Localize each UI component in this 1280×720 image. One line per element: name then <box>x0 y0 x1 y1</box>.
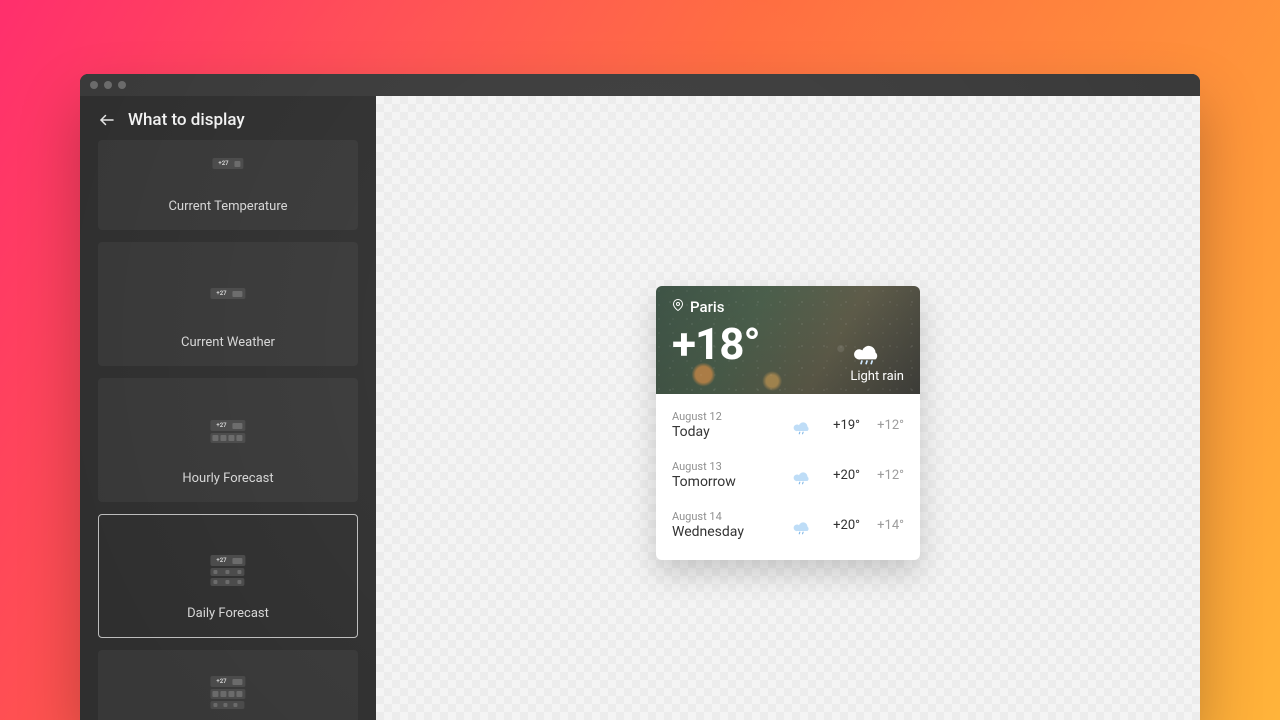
widget-hero: Paris +18° Light rain <box>656 286 920 394</box>
sidebar: What to display +27 Current Temperature <box>80 96 376 720</box>
forecast-high: +19° <box>816 418 860 433</box>
option-daily-forecast[interactable]: +27 Daily Forecast <box>98 514 358 638</box>
rain-cloud-icon <box>788 415 816 435</box>
thumb-current-temperature: +27 <box>212 158 243 169</box>
forecast-date: August 12 <box>672 410 788 423</box>
forecast-low: +12° <box>860 468 904 483</box>
forecast-high: +20° <box>816 518 860 533</box>
desktop-background: What to display +27 Current Temperature <box>0 0 1280 720</box>
traffic-light-zoom[interactable] <box>118 81 126 89</box>
forecast-low: +12° <box>860 418 904 433</box>
option-label: Daily Forecast <box>187 606 269 621</box>
widget-day-list: August 12 Today +19° +12° August 13 <box>656 394 920 560</box>
cloud-rain-icon <box>850 335 904 365</box>
rain-cloud-icon <box>788 465 816 485</box>
sidebar-header: What to display <box>80 96 376 140</box>
forecast-day-name: Tomorrow <box>672 474 788 490</box>
forecast-low: +14° <box>860 518 904 533</box>
traffic-light-close[interactable] <box>90 81 98 89</box>
option-hourly-forecast[interactable]: +27 Hourly Forecast <box>98 378 358 502</box>
app-window: What to display +27 Current Temperature <box>80 74 1200 720</box>
condition-label: Light rain <box>850 369 904 384</box>
thumb-daily-forecast: +27 <box>210 555 245 586</box>
app-body: What to display +27 Current Temperature <box>80 96 1200 720</box>
forecast-high: +20° <box>816 468 860 483</box>
option-current-temperature[interactable]: +27 Current Temperature <box>98 140 358 230</box>
window-titlebar <box>80 74 1200 96</box>
forecast-row: August 13 Tomorrow +20° +12° <box>672 450 904 500</box>
option-label: Hourly Forecast <box>182 471 273 486</box>
option-label: Current Weather <box>181 335 275 350</box>
location-pin-icon <box>672 298 684 316</box>
forecast-day-name: Today <box>672 424 788 440</box>
sidebar-options: +27 Current Temperature +27 Current Weat… <box>80 140 376 720</box>
rain-cloud-icon <box>788 515 816 535</box>
forecast-date: August 14 <box>672 510 788 523</box>
option-current-weather[interactable]: +27 Current Weather <box>98 242 358 366</box>
option-extended[interactable]: +27 <box>98 650 358 720</box>
forecast-date: August 13 <box>672 460 788 473</box>
thumb-hourly-forecast: +27 <box>210 420 245 443</box>
sidebar-title: What to display <box>128 110 245 130</box>
traffic-light-minimize[interactable] <box>104 81 112 89</box>
forecast-day-name: Wednesday <box>672 524 788 540</box>
forecast-row: August 14 Wednesday +20° +14° <box>672 500 904 550</box>
preview-canvas[interactable]: Paris +18° Light rain <box>376 96 1200 720</box>
widget-condition: Light rain <box>850 335 904 384</box>
forecast-row: August 12 Today +19° +12° <box>672 400 904 450</box>
thumb-current-weather: +27 <box>210 288 245 299</box>
weather-widget: Paris +18° Light rain <box>656 286 920 560</box>
back-arrow-icon[interactable] <box>98 111 116 129</box>
option-label: Current Temperature <box>168 199 287 214</box>
thumb-extended: +27 <box>210 676 245 709</box>
location-name: Paris <box>690 298 724 316</box>
widget-location: Paris <box>672 298 904 316</box>
